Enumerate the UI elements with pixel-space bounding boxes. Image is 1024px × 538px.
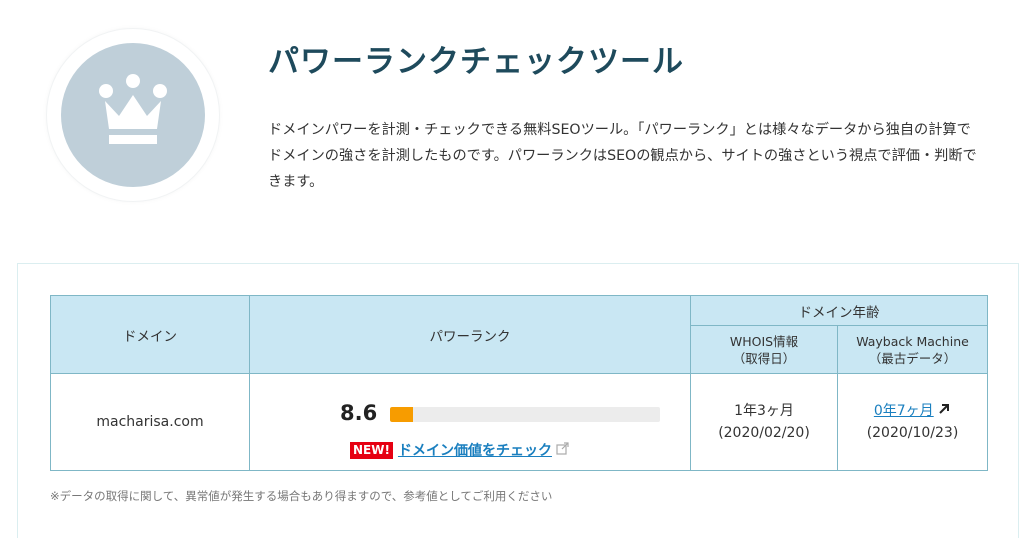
- new-badge: NEW!: [350, 441, 393, 459]
- wayback-age-link[interactable]: 0年7ヶ月: [874, 403, 934, 419]
- page-title: パワーランクチェックツール: [268, 44, 684, 80]
- domain-cell: macharisa.com: [50, 373, 250, 471]
- power-rank-bar: [390, 407, 660, 422]
- wayback-age-cell: 0年7ヶ月 (2020/10/23): [837, 373, 988, 471]
- power-rank-cell: 8.6 NEW! ドメイン価値をチェック: [249, 373, 691, 471]
- tool-logo: [61, 43, 205, 187]
- external-link-icon: [556, 441, 569, 459]
- power-rank-bar-fill: [390, 407, 414, 422]
- header-whois-label: WHOIS情報: [729, 333, 799, 349]
- header-wayback: Wayback Machine （最古データ）: [837, 325, 988, 374]
- header-whois: WHOIS情報 （取得日）: [690, 325, 838, 374]
- header-domain: ドメイン: [50, 295, 250, 374]
- whois-date: (2020/02/20): [718, 425, 810, 441]
- table-row: macharisa.com 8.6 NEW! ドメイン価値をチェック 1年3ヶ月 …: [50, 373, 988, 471]
- header-wayback-sub: （最古データ）: [868, 350, 957, 366]
- power-rank-score: 8.6: [340, 401, 378, 425]
- header-power-rank: パワーランク: [249, 295, 691, 374]
- header-whois-sub: （取得日）: [732, 350, 796, 366]
- header-domain-age: ドメイン年齢: [690, 295, 988, 326]
- tool-description: ドメインパワーを計測・チェックできる無料SEOツール。「パワーランク」とは様々な…: [268, 122, 977, 190]
- arrow-up-right-icon: [938, 403, 951, 419]
- whois-age: 1年3ヶ月: [734, 403, 794, 419]
- domain-value-check-link[interactable]: ドメイン価値をチェック: [398, 443, 552, 459]
- whois-age-cell: 1年3ヶ月 (2020/02/20): [690, 373, 838, 471]
- data-note: ※データの取得に関して、異常値が発生する場合もあり得ますので、参考値としてご利用…: [50, 489, 553, 503]
- wayback-date: (2020/10/23): [866, 425, 959, 441]
- check-line: NEW! ドメイン価値をチェック: [350, 440, 569, 460]
- result-table: ドメイン パワーランク ドメイン年齢 WHOIS情報 （取得日） Wayback…: [50, 295, 988, 471]
- crown-icon: [99, 74, 167, 144]
- header-wayback-label: Wayback Machine: [856, 333, 969, 349]
